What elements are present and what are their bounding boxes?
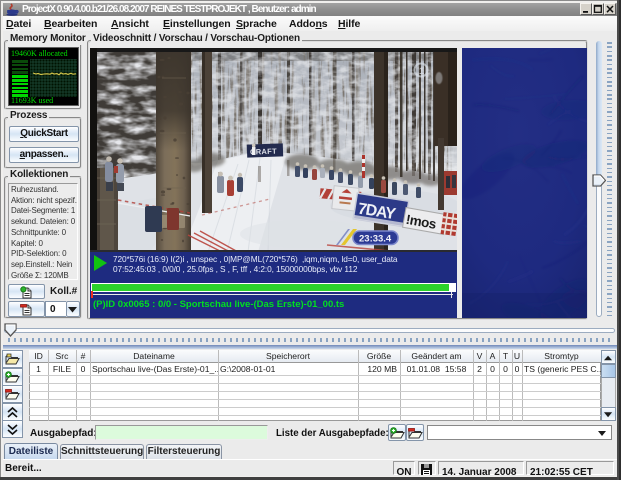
svg-text:1: 1 [419,66,424,76]
svg-text:23:33.4: 23:33.4 [359,234,392,245]
